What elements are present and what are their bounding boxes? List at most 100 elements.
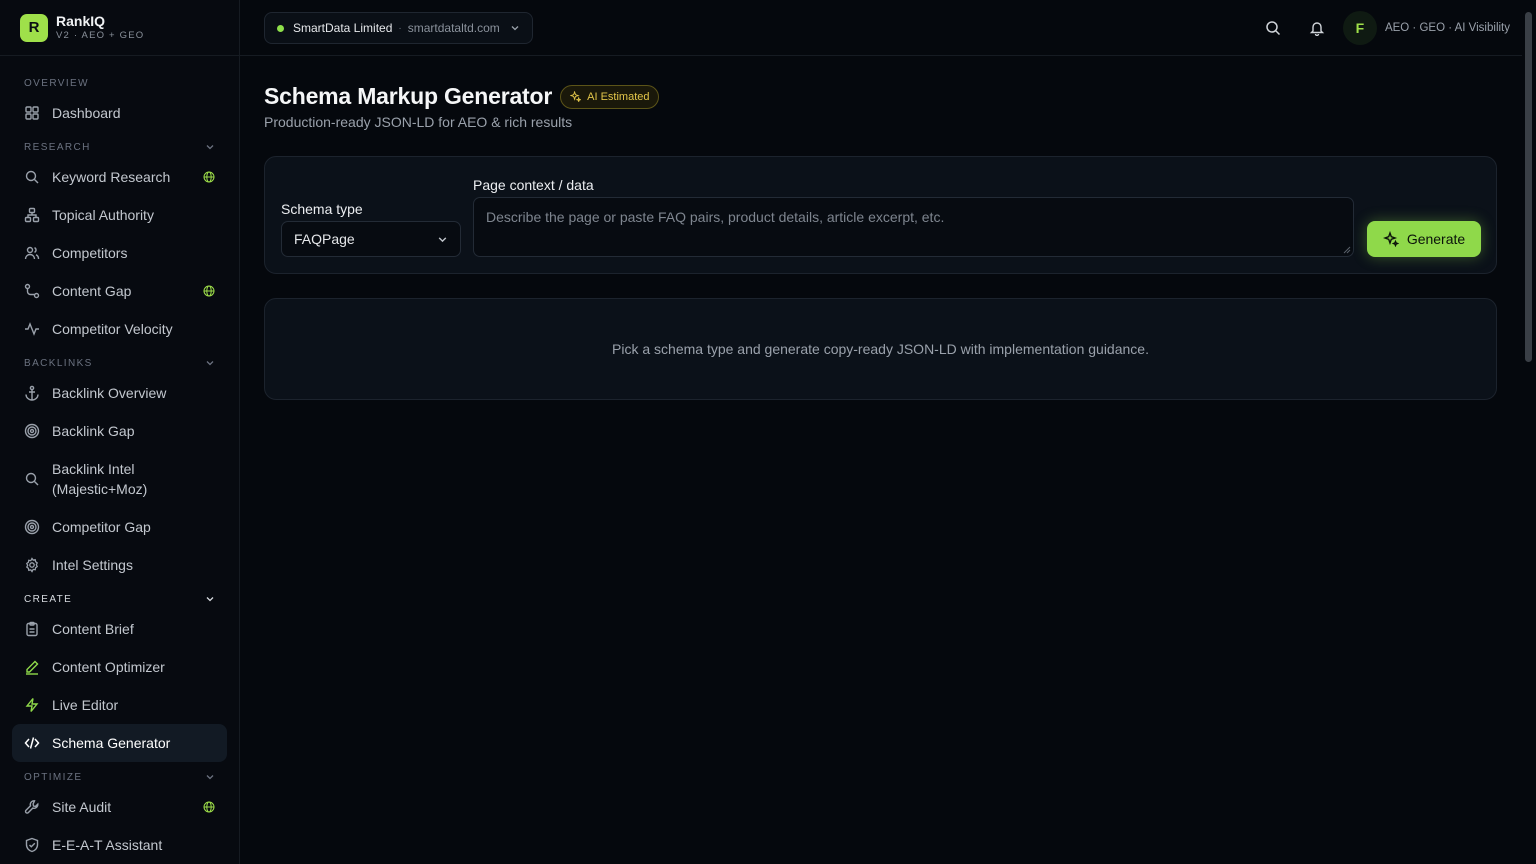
section-label: OVERVIEW (24, 77, 89, 89)
activity-icon (25, 322, 39, 336)
globe-icon (203, 285, 215, 297)
sidebar-item-competitors[interactable]: Competitors (12, 234, 227, 272)
target-icon (24, 423, 40, 439)
shield-check-icon (25, 837, 39, 853)
avatar[interactable]: F (1342, 11, 1377, 45)
sidebar-item-label: Backlink Overview (52, 385, 167, 401)
globe-icon (203, 171, 215, 183)
sidebar-item-label: Schema Generator (52, 735, 171, 751)
schema-type-label: Schema type (281, 201, 363, 217)
project-separator: · (398, 22, 402, 34)
section-backlinks[interactable]: BACKLINKS (0, 352, 239, 374)
label-line-1: Backlink Intel (52, 461, 135, 477)
sidebar-item-label: Intel Settings (52, 557, 133, 573)
sidebar-item-backlink-intel[interactable]: Backlink Intel (Majestic+Moz) (12, 450, 227, 508)
sidebar-item-label: Live Editor (52, 697, 119, 713)
sidebar-item-site-audit[interactable]: Site Audit (12, 788, 227, 826)
bell-icon (1309, 22, 1325, 36)
chevron-down-icon (206, 775, 214, 780)
section-label: CREATE (24, 593, 73, 605)
sidebar-item-backlink-gap[interactable]: Backlink Gap (12, 412, 227, 450)
pen-icon (26, 660, 39, 675)
clipboard-icon (26, 621, 38, 637)
brand[interactable]: R RankIQ V2 · AEO + GEO (0, 0, 239, 56)
project-name: SmartData Limited (293, 21, 393, 35)
resize-handle-icon[interactable] (1343, 246, 1351, 254)
section-label: OPTIMIZE (24, 771, 83, 783)
brand-name: RankIQ (56, 12, 106, 29)
sidebar-item-dashboard[interactable]: Dashboard (12, 94, 227, 132)
search-button[interactable] (1255, 10, 1291, 46)
textarea-placeholder: Describe the page or paste FAQ pairs, pr… (486, 209, 945, 225)
sidebar-item-label: Competitor Gap (52, 519, 151, 535)
sidebar-item-label: Dashboard (52, 105, 121, 121)
route-icon (24, 283, 40, 299)
sidebar-item-label: Content Gap (52, 283, 132, 299)
sidebar-item-schema-generator[interactable]: Schema Generator (12, 724, 227, 762)
search-icon (25, 170, 39, 184)
gear-icon (25, 557, 39, 573)
sidebar-item-label: Topical Authority (52, 207, 154, 223)
section-overview: OVERVIEW (0, 72, 239, 94)
sidebar-item-intel-settings[interactable]: Intel Settings (12, 546, 227, 584)
sidebar-item-label: Keyword Research (52, 169, 171, 185)
notifications-button[interactable] (1299, 10, 1335, 46)
sidebar-item-label: Competitor Velocity (52, 321, 173, 337)
empty-state: Pick a schema type and generate copy-rea… (264, 298, 1497, 400)
sidebar-item-label: Competitors (52, 245, 128, 261)
schema-type-select[interactable]: FAQPage (281, 221, 461, 257)
sidebar-item-content-brief[interactable]: Content Brief (12, 610, 227, 648)
project-switcher[interactable]: SmartData Limited · smartdataltd.com (264, 12, 533, 44)
search-icon (1266, 21, 1280, 36)
sidebar-item-label: Backlink Gap (52, 423, 135, 439)
wrench-icon (24, 800, 39, 814)
chevron-down-icon (511, 26, 519, 31)
section-optimize[interactable]: OPTIMIZE (0, 766, 239, 788)
sidebar-item-topical-authority[interactable]: Topical Authority (12, 196, 227, 234)
sidebar-item-label: Site Audit (52, 799, 112, 815)
top-actions: F AEO · GEO · AI Visibility (1247, 10, 1510, 46)
sidebar-item-content-gap[interactable]: Content Gap (12, 272, 227, 310)
project-domain: smartdataltd.com (407, 21, 500, 35)
anchor-icon (25, 385, 39, 401)
sidebar-item-live-editor[interactable]: Live Editor (12, 686, 227, 724)
section-create[interactable]: CREATE (0, 588, 239, 610)
sidebar-item-label: Content Brief (52, 621, 134, 637)
sidebar: R RankIQ V2 · AEO + GEO OVERVIEW Dashboa… (0, 0, 240, 864)
sparkles-icon (1382, 231, 1399, 247)
schema-type-value: FAQPage (294, 231, 355, 247)
generate-button[interactable]: Generate (1367, 221, 1481, 257)
page-scrollbar[interactable] (1522, 0, 1536, 864)
sparkles-icon (570, 91, 582, 102)
empty-state-text: Pick a schema type and generate copy-rea… (612, 341, 1149, 357)
scrollbar-thumb[interactable] (1525, 12, 1532, 362)
chevron-down-icon (438, 236, 447, 242)
badge-label: AI Estimated (587, 90, 650, 103)
page-title: Schema Markup Generator (264, 83, 553, 109)
ai-estimated-badge: AI Estimated (560, 84, 660, 109)
users-icon (24, 246, 40, 260)
page-context-label: Page context / data (473, 177, 594, 193)
chevron-down-icon (206, 597, 214, 602)
sidebar-item-label: Content Optimizer (52, 659, 165, 675)
sidebar-item-competitor-gap[interactable]: Competitor Gap (12, 508, 227, 546)
generator-form: Schema type FAQPage Page context / data … (264, 156, 1497, 274)
sidebar-item-backlink-overview[interactable]: Backlink Overview (12, 374, 227, 412)
sidebar-item-content-optimizer[interactable]: Content Optimizer (12, 648, 227, 686)
sidebar-item-eeat-assistant[interactable]: E-E-A-T Assistant (12, 826, 227, 864)
page-context-textarea[interactable]: Describe the page or paste FAQ pairs, pr… (473, 197, 1354, 257)
zap-icon (25, 698, 39, 712)
visibility-tags: AEO · GEO · AI Visibility (1384, 22, 1510, 34)
section-label: RESEARCH (24, 141, 91, 153)
section-research[interactable]: RESEARCH (0, 136, 239, 158)
chevron-down-icon (206, 361, 214, 366)
top-bar: SmartData Limited · smartdataltd.com F A… (240, 0, 1522, 56)
status-dot (277, 24, 284, 32)
sidebar-item-competitor-velocity[interactable]: Competitor Velocity (12, 310, 227, 348)
brand-logo: R (20, 13, 48, 42)
label-line-2: (Majestic+Moz) (52, 481, 148, 497)
sidebar-item-keyword-research[interactable]: Keyword Research (12, 158, 227, 196)
sidebar-item-label: Backlink Intel (Majestic+Moz) (52, 459, 147, 499)
target-icon (24, 519, 40, 535)
sidebar-nav: OVERVIEW Dashboard RESEARCH Keyword Rese… (0, 56, 239, 864)
